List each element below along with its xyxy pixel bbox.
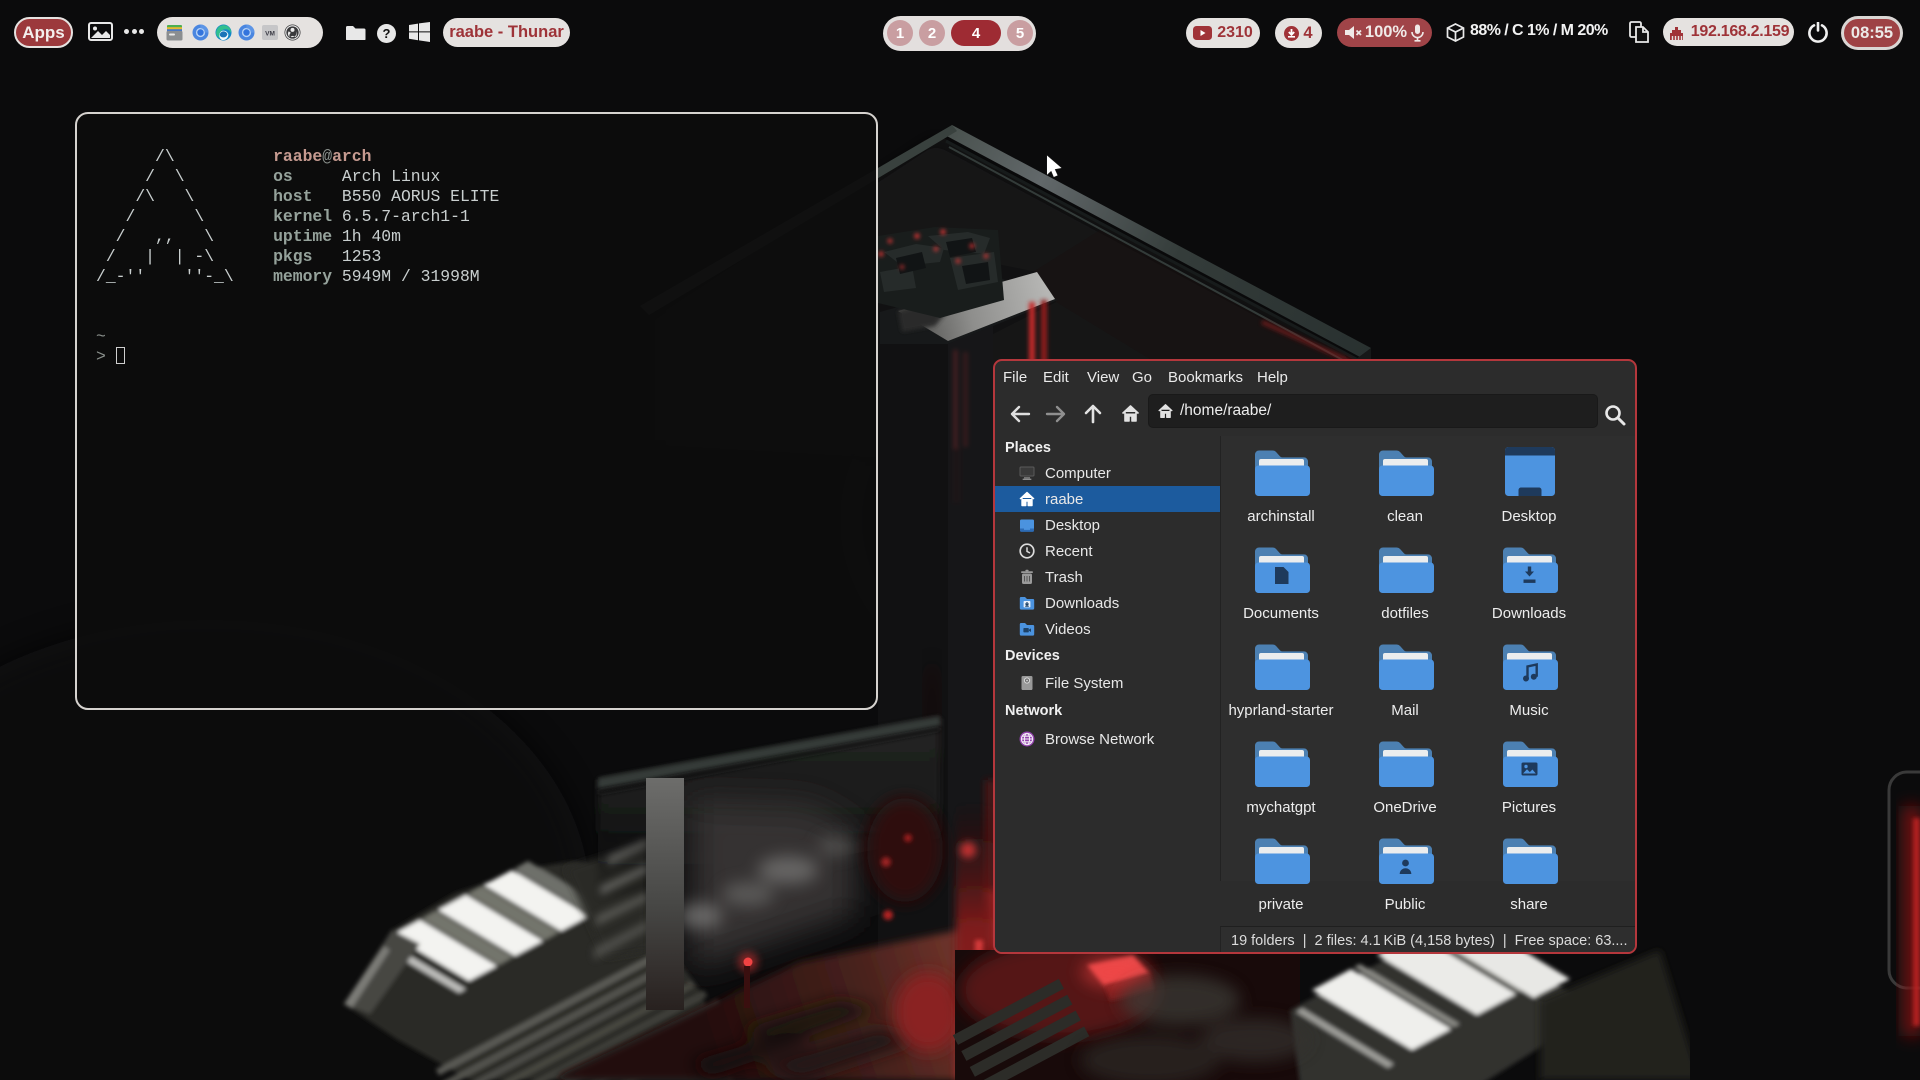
svg-text:VM: VM [265, 31, 275, 38]
svg-text:?: ? [383, 26, 391, 41]
